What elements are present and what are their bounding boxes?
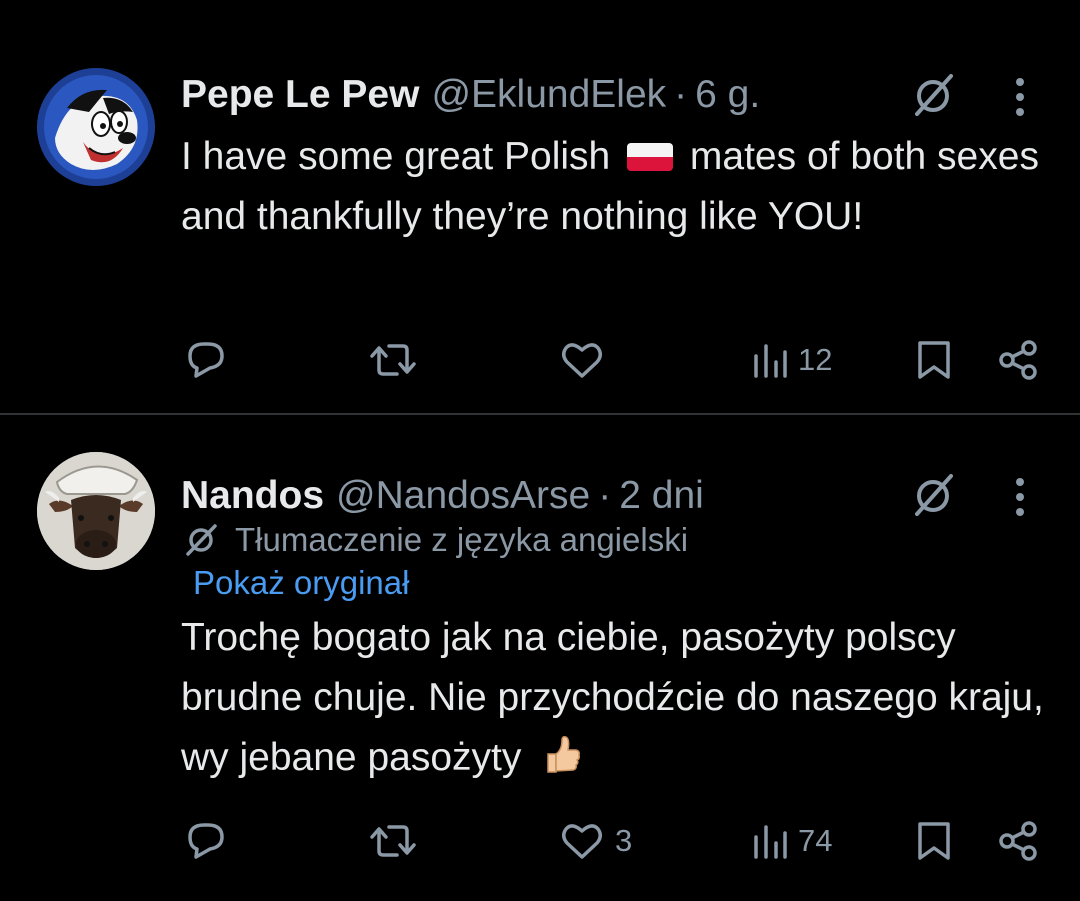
user-handle[interactable]: @EklundElek — [431, 73, 666, 117]
tweet-divider — [0, 413, 1080, 415]
tweet-text-part: Trochę bogato jak na ciebie, pasożyty po… — [181, 616, 1044, 779]
translate-icon — [186, 524, 217, 556]
tweet-text-part: I have some great Polish — [181, 135, 611, 178]
bookmark-button[interactable] — [912, 811, 956, 871]
display-name[interactable]: Nandos — [181, 474, 324, 518]
repost-button[interactable] — [367, 330, 427, 390]
view-count: 12 — [798, 342, 833, 377]
reply-icon — [188, 342, 224, 378]
reply-button[interactable] — [180, 811, 238, 871]
repost-icon — [370, 344, 416, 376]
tweet-header: Pepe Le Pew @EklundElek · 6 g. — [181, 70, 760, 120]
poland-flag-emoji — [627, 143, 674, 171]
action-bar: 12 — [0, 330, 1080, 390]
bookmark-icon — [918, 341, 950, 379]
tweet-text: I have some great Polish mates of both s… — [181, 127, 1061, 247]
timestamp[interactable]: 2 dni — [619, 474, 704, 518]
repost-icon — [370, 825, 416, 857]
share-button[interactable] — [995, 811, 1043, 871]
views-button[interactable]: 12 — [750, 330, 832, 390]
bookmark-button[interactable] — [912, 330, 956, 390]
tweet-text: Trochę bogato jak na ciebie, pasożyty po… — [181, 608, 1061, 788]
avatar[interactable] — [37, 68, 155, 186]
tweet-header: Nandos @NandosArse · 2 dni — [181, 471, 704, 521]
more-icon[interactable] — [1006, 474, 1034, 520]
action-bar: 3 74 — [0, 811, 1080, 871]
share-icon — [999, 340, 1037, 380]
share-icon — [999, 821, 1037, 861]
avatar[interactable] — [37, 452, 155, 570]
view-count: 74 — [798, 823, 833, 858]
separator-dot: · — [674, 73, 688, 116]
timestamp[interactable]: 6 g. — [695, 73, 760, 117]
like-button[interactable] — [557, 330, 615, 390]
thumbs-up-emoji — [542, 734, 584, 776]
reply-button[interactable] — [180, 330, 238, 390]
tweet[interactable]: Pepe Le Pew @EklundElek · 6 g. I have so… — [0, 0, 1080, 413]
like-icon — [562, 343, 602, 378]
like-button[interactable]: 3 — [557, 811, 632, 871]
translation-label: Tłumaczenie z języka angielski — [235, 521, 689, 558]
like-count: 3 — [615, 823, 633, 858]
grok-icon[interactable] — [905, 68, 961, 124]
tweet[interactable]: Nandos @NandosArse · 2 dni Tłumaczenie z… — [0, 416, 1080, 901]
views-button[interactable]: 74 — [750, 811, 832, 871]
bookmark-icon — [918, 822, 950, 860]
share-button[interactable] — [995, 330, 1043, 390]
more-icon[interactable] — [1006, 74, 1034, 120]
user-handle[interactable]: @NandosArse — [336, 474, 590, 518]
translation-note: Tłumaczenie z języka angielski — [181, 518, 688, 562]
separator-dot: · — [598, 474, 612, 517]
repost-button[interactable] — [367, 811, 427, 871]
display-name[interactable]: Pepe Le Pew — [181, 73, 419, 117]
reply-icon — [188, 823, 224, 859]
show-original-link[interactable]: Pokaż oryginał — [193, 561, 409, 605]
views-icon — [754, 825, 787, 859]
like-icon — [562, 824, 602, 859]
grok-icon[interactable] — [905, 468, 961, 524]
views-icon — [754, 344, 787, 378]
